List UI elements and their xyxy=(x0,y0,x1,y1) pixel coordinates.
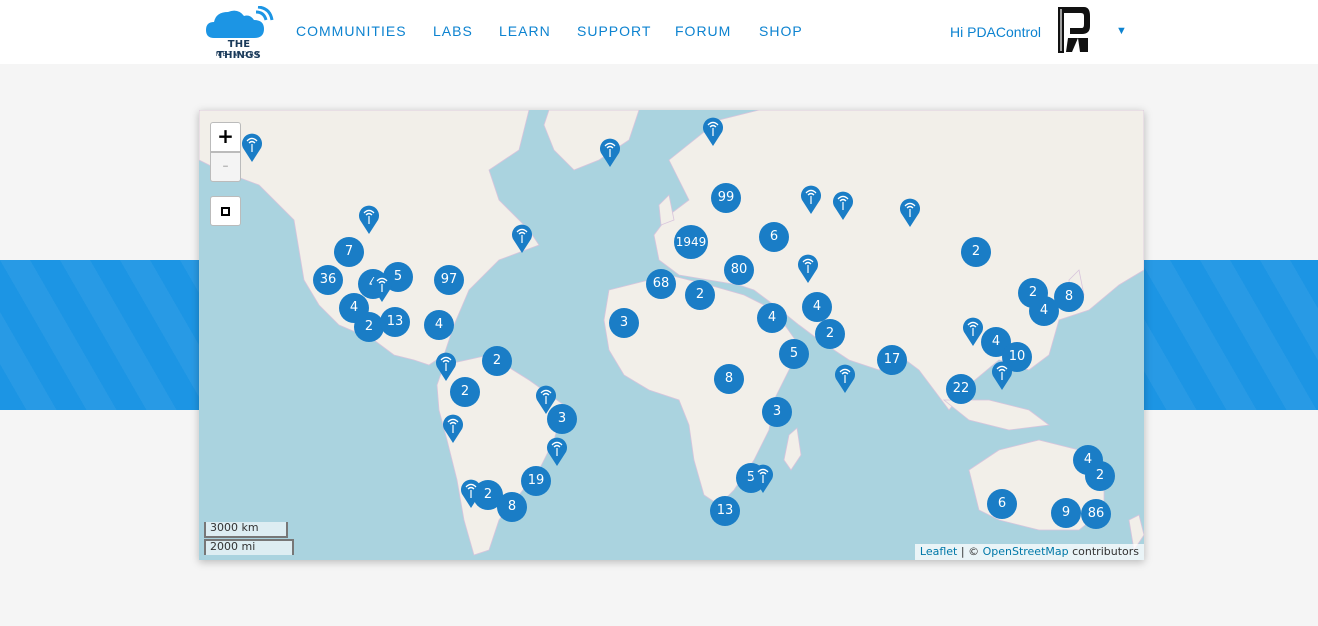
gateway-cluster[interactable]: 2 xyxy=(961,237,991,267)
gateway-marker-icon[interactable] xyxy=(752,463,774,493)
gateway-cluster[interactable]: 22 xyxy=(946,374,976,404)
gateway-marker-icon[interactable] xyxy=(546,436,568,466)
gateway-marker-icon[interactable] xyxy=(511,223,533,253)
gateway-marker-icon[interactable] xyxy=(832,190,854,220)
gateway-marker-icon[interactable] xyxy=(899,197,921,227)
gateway-cluster[interactable]: 68 xyxy=(646,269,676,299)
nav-shop[interactable]: SHOP xyxy=(759,23,803,39)
zoom-out-button[interactable]: - xyxy=(210,152,241,182)
scale-mi: 2000 mi xyxy=(204,539,294,555)
gateway-cluster[interactable]: 19 xyxy=(521,466,551,496)
nav-labs[interactable]: LABS xyxy=(433,23,473,39)
leaflet-link[interactable]: Leaflet xyxy=(920,545,957,558)
gateway-marker-icon[interactable] xyxy=(800,184,822,214)
gateway-cluster[interactable]: 86 xyxy=(1081,499,1111,529)
pda-logo-icon xyxy=(1058,7,1090,53)
map-scale: 3000 km 2000 mi xyxy=(204,522,294,555)
gateway-marker-icon[interactable] xyxy=(834,363,856,393)
nav-communities[interactable]: COMMUNITIES xyxy=(296,23,407,39)
top-header: THE THINGS NETWORK COMMUNITIES LABS LEAR… xyxy=(0,0,1318,64)
gateway-cluster[interactable]: 7 xyxy=(334,237,364,267)
user-greeting[interactable]: Hi PDAControl xyxy=(950,24,1041,40)
fullscreen-button[interactable] xyxy=(210,196,241,226)
gateway-cluster[interactable]: 2 xyxy=(685,280,715,310)
gateway-cluster[interactable]: 6 xyxy=(759,222,789,252)
gateway-cluster[interactable]: 2 xyxy=(354,312,384,342)
osm-link[interactable]: OpenStreetMap xyxy=(983,545,1069,558)
gateway-cluster[interactable]: 4 xyxy=(802,292,832,322)
gateway-cluster[interactable]: 6 xyxy=(987,489,1017,519)
gateway-cluster[interactable]: 9 xyxy=(1051,498,1081,528)
gateway-marker-icon[interactable] xyxy=(535,384,557,414)
gateway-cluster[interactable]: 97 xyxy=(434,265,464,295)
chevron-down-icon[interactable]: ▼ xyxy=(1116,25,1127,37)
gateway-cluster[interactable]: 13 xyxy=(710,496,740,526)
gateway-cluster[interactable]: 2 xyxy=(1085,461,1115,491)
zoom-in-button[interactable]: + xyxy=(210,122,241,152)
gateway-cluster[interactable]: 99 xyxy=(711,183,741,213)
gateway-marker-icon[interactable] xyxy=(702,116,724,146)
gateway-marker-icon[interactable] xyxy=(962,316,984,346)
gateway-cluster[interactable]: 2 xyxy=(815,319,845,349)
gateway-map[interactable]: + - 99 6 1949 80 68 2 7 36 4 5 97 4 2 13… xyxy=(199,110,1144,560)
gateway-cluster[interactable]: 8 xyxy=(497,492,527,522)
gateway-marker-icon[interactable] xyxy=(241,132,263,162)
scale-km: 3000 km xyxy=(204,522,288,538)
gateway-cluster[interactable]: 1949 xyxy=(674,225,708,259)
gateway-cluster[interactable]: 36 xyxy=(313,265,343,295)
nav-support[interactable]: SUPPORT xyxy=(577,23,651,39)
logo-subtext: NETWORK xyxy=(215,51,263,58)
gateway-marker-icon[interactable] xyxy=(442,413,464,443)
attribution-separator: | © xyxy=(957,545,983,558)
gateway-cluster[interactable]: 3 xyxy=(609,308,639,338)
gateway-cluster[interactable]: 3 xyxy=(762,397,792,427)
map-attribution: Leaflet | © OpenStreetMap contributors xyxy=(914,544,1144,560)
gateway-marker-icon[interactable] xyxy=(797,253,819,283)
gateway-marker-icon[interactable] xyxy=(435,351,457,381)
gateway-marker-icon[interactable] xyxy=(991,360,1013,390)
cloud-icon xyxy=(206,5,274,38)
gateway-cluster[interactable]: 2 xyxy=(482,346,512,376)
ttn-logo[interactable]: THE THINGS NETWORK xyxy=(204,5,274,61)
nav-learn[interactable]: LEARN xyxy=(499,23,551,39)
gateway-cluster[interactable]: 8 xyxy=(714,364,744,394)
gateway-cluster[interactable]: 4 xyxy=(757,303,787,333)
gateway-marker-icon[interactable] xyxy=(371,272,393,302)
attribution-suffix: contributors xyxy=(1068,545,1139,558)
nav-forum[interactable]: FORUM xyxy=(675,23,731,39)
gateway-cluster[interactable]: 2 xyxy=(450,377,480,407)
avatar[interactable] xyxy=(1054,4,1094,58)
gateway-cluster[interactable]: 17 xyxy=(877,345,907,375)
gateway-cluster[interactable]: 4 xyxy=(1029,296,1059,326)
gateway-cluster[interactable]: 4 xyxy=(424,310,454,340)
gateway-cluster[interactable]: 5 xyxy=(779,339,809,369)
gateway-marker-icon[interactable] xyxy=(358,204,380,234)
gateway-cluster[interactable]: 13 xyxy=(380,307,410,337)
gateway-cluster[interactable]: 80 xyxy=(724,255,754,285)
gateway-marker-icon[interactable] xyxy=(599,137,621,167)
fullscreen-icon xyxy=(221,207,230,216)
gateway-marker-icon[interactable] xyxy=(460,478,482,508)
